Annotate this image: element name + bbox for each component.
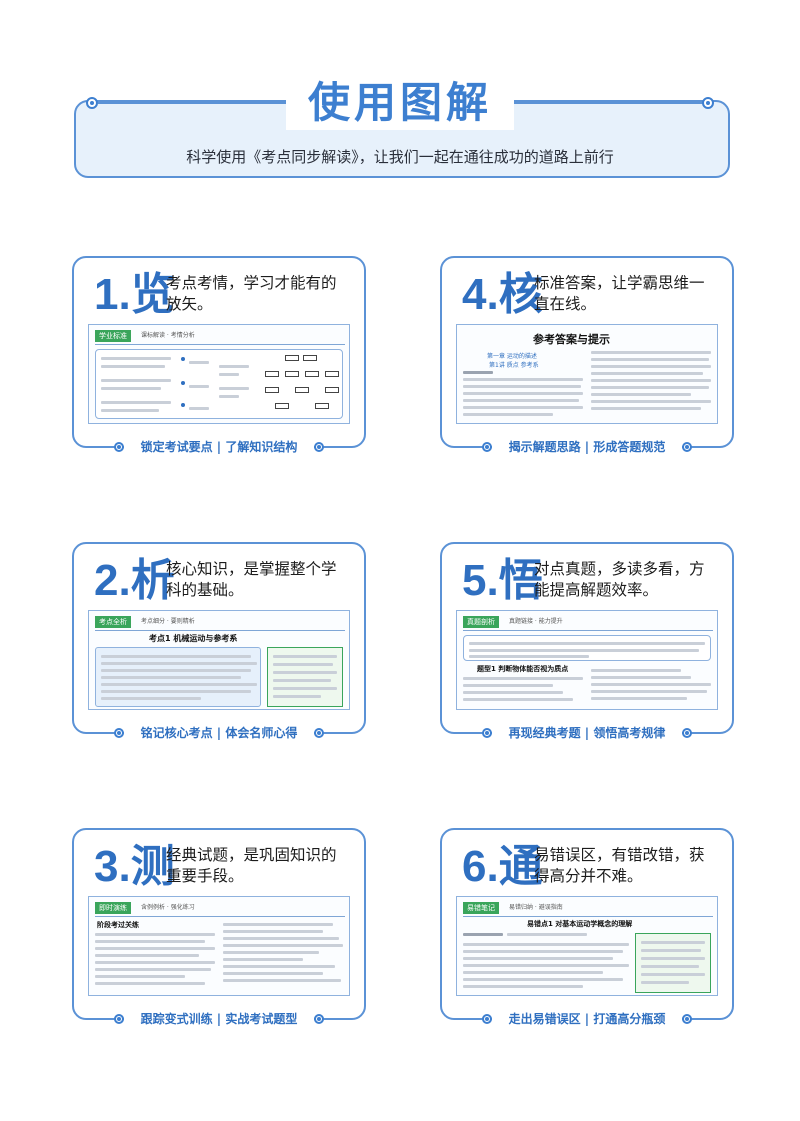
- card-description: 考点考情，学习才能有的放矢。: [166, 274, 337, 313]
- card-caption: 跟踪变式训练 | 实战考试题型: [140, 1012, 298, 1026]
- card-wu: 5.悟 对点真题，多读多看，方能提高解题效率。 真题剖析 真题链接 · 能力提升…: [440, 542, 734, 742]
- card-caption: 走出易错误区 | 打通高分瓶颈: [508, 1012, 666, 1026]
- card-number: 3.测: [94, 842, 175, 891]
- preview-tag: 学业标准: [95, 330, 131, 342]
- card-tong: 6.通 易错误区，有错改错，获得高分并不难。 易错笔记 易错归纳 · 避误指南 …: [440, 828, 734, 1028]
- card-number: 6.通: [462, 842, 543, 891]
- preview-tag-sub: 含例例析 · 强化练习: [141, 904, 195, 911]
- card-lan: 1.览 考点考情，学习才能有的放矢。 学业标准 课标解读 · 考情分析 锁定考试…: [72, 256, 366, 456]
- preview-section: 阶段考过关练: [97, 921, 139, 929]
- preview-tag-sub: 考点细分 · 要则精析: [141, 618, 195, 625]
- card-preview: 即时演练 含例例析 · 强化练习 阶段考过关练: [88, 896, 350, 996]
- preview-tag: 真题剖析: [463, 616, 499, 628]
- card-caption: 再现经典考题 | 领悟高考规律: [508, 726, 666, 740]
- header-line-right: [514, 102, 704, 104]
- card-preview: 参考答案与提示 第一章 运动的描述 第1讲 质点 参考系: [456, 324, 718, 424]
- preview-tag: 易错笔记: [463, 902, 499, 914]
- card-preview: 学业标准 课标解读 · 考情分析: [88, 324, 350, 424]
- card-he: 4.核 标准答案，让学霸思维一直在线。 参考答案与提示 第一章 运动的描述 第1…: [440, 256, 734, 456]
- preview-tag: 考点全析: [95, 616, 131, 628]
- card-number: 1.览: [94, 270, 175, 319]
- card-caption: 锁定考试要点 | 了解知识结构: [140, 440, 298, 454]
- preview-tag-sub: 真题链接 · 能力提升: [509, 618, 563, 625]
- card-xi: 2.析 核心知识，是掌握整个学科的基础。 考点全析 考点细分 · 要则精析 考点…: [72, 542, 366, 742]
- card-caption: 铭记核心考点 | 体会名师心得: [140, 726, 298, 740]
- card-preview: 易错笔记 易错归纳 · 避误指南 易错点1 对基本运动学概念的理解: [456, 896, 718, 996]
- header-line-left: [98, 102, 286, 104]
- card-ce: 3.测 经典试题，是巩固知识的重要手段。 即时演练 含例例析 · 强化练习 阶段…: [72, 828, 366, 1028]
- preview-title: 参考答案与提示: [533, 333, 610, 346]
- preview-point: 考点1 机械运动与参考系: [149, 634, 238, 643]
- card-caption: 揭示解题思路 | 形成答题规范: [508, 440, 666, 454]
- header-dot-left: [86, 97, 98, 109]
- card-preview: 真题剖析 真题链接 · 能力提升 题型1 判断物体能否视为质点: [456, 610, 718, 710]
- card-number: 5.悟: [462, 556, 543, 605]
- card-number: 2.析: [94, 556, 175, 605]
- header-dot-right: [702, 97, 714, 109]
- preview-tag: 即时演练: [95, 902, 131, 914]
- card-description: 对点真题，多读多看，方能提高解题效率。: [534, 560, 705, 599]
- preview-tag-sub: 易错归纳 · 避误指南: [509, 904, 563, 911]
- preview-point: 易错点1 对基本运动学概念的理解: [527, 920, 633, 928]
- preview-point: 题型1 判断物体能否视为质点: [477, 665, 569, 673]
- card-description: 易错误区，有错改错，获得高分并不难。: [534, 846, 705, 885]
- card-description: 核心知识，是掌握整个学科的基础。: [166, 560, 337, 599]
- preview-lesson: 第1讲 质点 参考系: [489, 362, 539, 369]
- preview-chapter: 第一章 运动的描述: [487, 353, 537, 360]
- page-title: 使用图解: [307, 78, 492, 127]
- page-subtitle: 科学使用《考点同步解读》，让我们一起在通往成功的道路上前行: [186, 148, 614, 166]
- preview-tag-sub: 课标解读 · 考情分析: [141, 332, 195, 339]
- card-description: 经典试题，是巩固知识的重要手段。: [166, 846, 337, 885]
- header-title-wrap: 使用图解: [286, 76, 514, 130]
- card-description: 标准答案，让学霸思维一直在线。: [534, 274, 705, 313]
- card-preview: 考点全析 考点细分 · 要则精析 考点1 机械运动与参考系: [88, 610, 350, 710]
- card-number: 4.核: [462, 270, 543, 319]
